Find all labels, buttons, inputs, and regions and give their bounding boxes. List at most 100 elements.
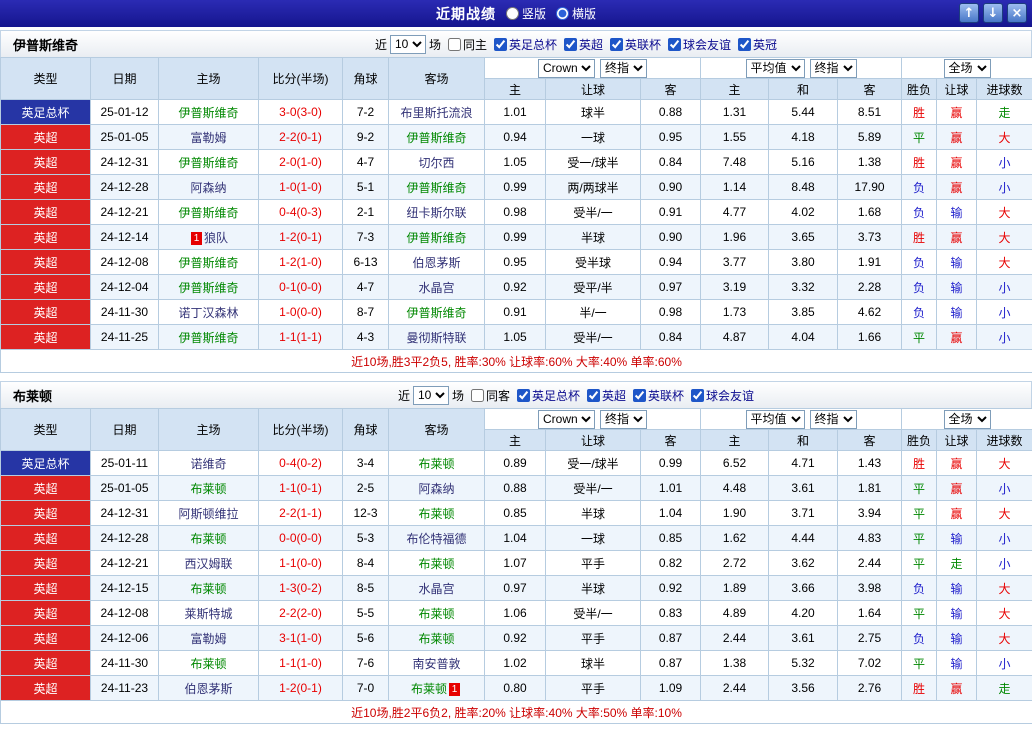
team-link[interactable]: 布莱顿 <box>190 532 226 546</box>
eflcup-checkbox[interactable] <box>633 388 647 402</box>
team-link[interactable]: 布莱顿 <box>411 682 447 696</box>
team-link[interactable]: 狼队 <box>204 231 228 245</box>
team-link[interactable]: 阿斯顿维拉 <box>178 507 238 521</box>
corner-cell: 5-3 <box>342 525 389 551</box>
team-link[interactable]: 西汉姆联 <box>184 557 232 571</box>
team-link[interactable]: 伯恩茅斯 <box>184 682 232 696</box>
subcol-avg-home: 主 <box>700 78 770 100</box>
league-filter-friendly[interactable]: 球会友谊 <box>687 387 754 404</box>
team-link[interactable]: 南安普敦 <box>412 657 460 671</box>
corner-cell: 2-1 <box>342 199 389 225</box>
games-label: 场 <box>428 37 441 52</box>
league-filter-eflcup[interactable]: 英联杯 <box>629 387 684 404</box>
team-link[interactable]: 伊普斯维奇 <box>178 256 238 270</box>
horizontal-radio[interactable] <box>556 7 569 20</box>
average-select[interactable]: 平均值 <box>745 58 805 78</box>
team-link[interactable]: 诺维奇 <box>190 457 226 471</box>
team-link[interactable]: 布里斯托流浪 <box>400 106 472 120</box>
team-link[interactable]: 伊普斯维奇 <box>178 281 238 295</box>
league-filter-championship[interactable]: 英冠 <box>734 36 777 53</box>
average-select[interactable]: 平均值 <box>745 409 805 429</box>
eflcup-checkbox[interactable] <box>610 37 624 51</box>
team-link[interactable]: 伯恩茅斯 <box>412 256 460 270</box>
team-link[interactable]: 布莱顿 <box>418 632 454 646</box>
friendly-checkbox[interactable] <box>691 388 705 402</box>
friendly-checkbox[interactable] <box>668 37 682 51</box>
league-filter-epl[interactable]: 英超 <box>560 36 603 53</box>
team-link[interactable]: 纽卡斯尔联 <box>406 206 466 220</box>
championship-checkbox[interactable] <box>738 37 752 51</box>
result-goals: 大 <box>976 199 1032 225</box>
team-link[interactable]: 富勒姆 <box>190 131 226 145</box>
corner-cell: 5-5 <box>342 600 389 626</box>
result-handicap: 赢 <box>936 450 978 476</box>
team-link[interactable]: 水晶宫 <box>418 281 454 295</box>
bookmaker-select[interactable]: Crown <box>538 409 596 429</box>
team-link[interactable]: 布莱顿 <box>190 482 226 496</box>
team-link[interactable]: 布莱顿 <box>418 507 454 521</box>
vertical-radio[interactable] <box>505 7 519 20</box>
team-link[interactable]: 曼彻斯特联 <box>406 331 466 345</box>
team-link[interactable]: 伊普斯维奇 <box>178 206 238 220</box>
team-link[interactable]: 伊普斯维奇 <box>406 231 466 245</box>
team-link[interactable]: 伊普斯维奇 <box>178 106 238 120</box>
same-venue-checkbox[interactable] <box>447 37 461 51</box>
away-team-cell: 南安普敦 <box>388 650 485 676</box>
league-filter-facup[interactable]: 英足总杯 <box>490 36 557 53</box>
league-filter-facup[interactable]: 英足总杯 <box>513 387 580 404</box>
handicap-away-odds: 0.92 <box>639 575 702 601</box>
layout-option-vertical[interactable]: 竖版 <box>505 5 546 22</box>
team-link[interactable]: 伊普斯维奇 <box>406 181 466 195</box>
team-link[interactable]: 诺丁汉森林 <box>178 306 238 320</box>
same-venue-filter[interactable]: 同客 <box>467 387 510 404</box>
epl-checkbox[interactable] <box>564 37 577 51</box>
handicap-line: 半/一 <box>545 299 641 325</box>
same-venue-checkbox[interactable] <box>470 388 484 402</box>
col-header-corner: 角球 <box>342 408 389 451</box>
epl-checkbox[interactable] <box>587 388 600 402</box>
avg-ref-select[interactable]: 终指 <box>809 58 857 78</box>
team-link[interactable]: 水晶宫 <box>418 582 454 596</box>
facup-checkbox[interactable] <box>516 388 530 402</box>
match-count-select[interactable]: 10 <box>412 385 449 405</box>
team-link[interactable]: 阿森纳 <box>418 482 454 496</box>
handicap-away-odds: 0.98 <box>639 299 702 325</box>
avg-home-odds: 1.62 <box>700 525 770 551</box>
team-link[interactable]: 布莱顿 <box>418 457 454 471</box>
team-link[interactable]: 伊普斯维奇 <box>178 156 238 170</box>
close-button[interactable]: × <box>1007 3 1027 23</box>
bookmaker-select[interactable]: Crown <box>538 58 596 78</box>
layout-option-horizontal[interactable]: 横版 <box>556 5 596 22</box>
match-count-select[interactable]: 10 <box>389 34 426 54</box>
team-link[interactable]: 布莱顿 <box>418 607 454 621</box>
team-link[interactable]: 布莱顿 <box>190 657 226 671</box>
match-date: 24-12-21 <box>90 550 159 576</box>
team-link[interactable]: 伊普斯维奇 <box>406 306 466 320</box>
team-link[interactable]: 伊普斯维奇 <box>406 131 466 145</box>
team-link[interactable]: 富勒姆 <box>190 632 226 646</box>
scroll-down-button[interactable]: ↓ <box>983 3 1003 23</box>
team-link[interactable]: 布莱顿 <box>190 582 226 596</box>
avg-away-odds: 7.02 <box>837 650 903 676</box>
team-link[interactable]: 布莱顿 <box>418 557 454 571</box>
league-filter-friendly[interactable]: 球会友谊 <box>664 36 731 53</box>
same-venue-filter[interactable]: 同主 <box>444 36 487 53</box>
handicap-line: 受半球 <box>545 249 641 275</box>
odds-ref-select[interactable]: 终指 <box>600 58 648 78</box>
fulltime-select[interactable]: 全场 <box>943 58 991 78</box>
team-link[interactable]: 伊普斯维奇 <box>178 331 238 345</box>
corner-cell: 5-1 <box>342 174 389 200</box>
match-date: 24-12-08 <box>90 600 159 626</box>
team-link[interactable]: 莱斯特城 <box>184 607 232 621</box>
facup-checkbox[interactable] <box>493 37 507 51</box>
avg-ref-select[interactable]: 终指 <box>809 409 857 429</box>
team-link[interactable]: 阿森纳 <box>190 181 226 195</box>
fulltime-select[interactable]: 全场 <box>943 409 991 429</box>
league-filter-eflcup[interactable]: 英联杯 <box>606 36 661 53</box>
result-handicap: 赢 <box>936 675 978 701</box>
team-link[interactable]: 布伦特福德 <box>406 532 466 546</box>
league-filter-epl[interactable]: 英超 <box>583 387 626 404</box>
team-link[interactable]: 切尔西 <box>418 156 454 170</box>
scroll-up-button[interactable]: ↑ <box>959 3 979 23</box>
odds-ref-select[interactable]: 终指 <box>600 409 648 429</box>
